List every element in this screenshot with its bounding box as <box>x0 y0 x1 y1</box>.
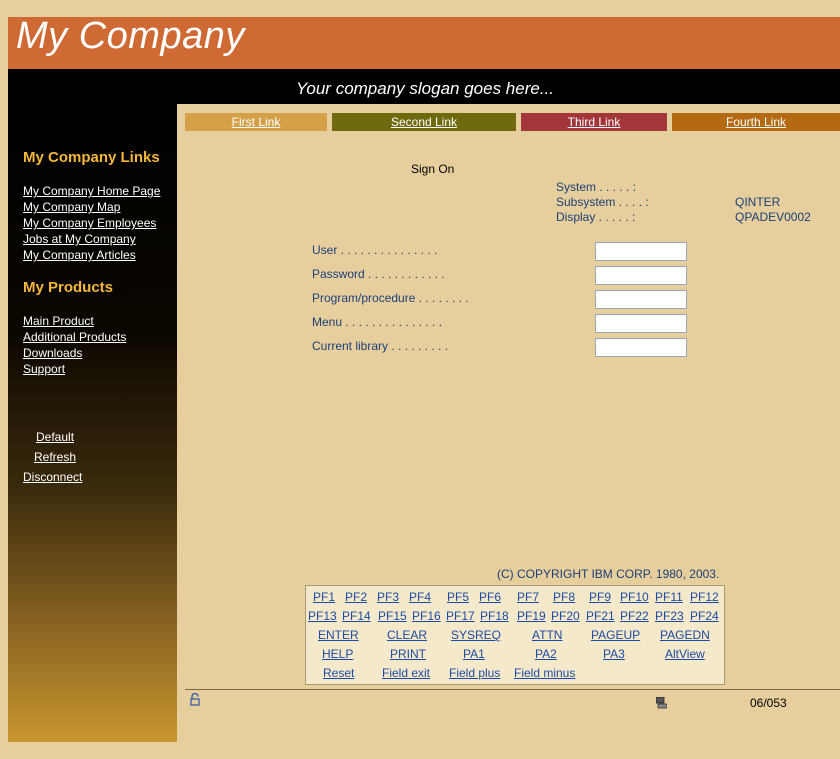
password-input[interactable] <box>595 266 687 285</box>
sidebar-link-downloads[interactable]: Downloads <box>23 346 82 360</box>
password-label: Password . . . . . . . . . . . . <box>312 267 445 281</box>
sidebar-link-articles[interactable]: My Company Articles <box>23 248 136 262</box>
display-value: QPADEV0002 <box>735 210 811 224</box>
key-attn[interactable]: ATTN <box>532 628 562 642</box>
key-pf10[interactable]: PF10 <box>620 590 649 604</box>
key-pf22[interactable]: PF22 <box>620 609 649 623</box>
key-pf6[interactable]: PF6 <box>479 590 501 604</box>
user-label: User . . . . . . . . . . . . . . . <box>312 243 438 257</box>
sidebar: My Company Links My Company Home Page My… <box>8 104 177 742</box>
sidebar-link-jobs[interactable]: Jobs at My Company <box>23 232 136 246</box>
default-action[interactable]: Default <box>36 430 74 444</box>
program-label: Program/procedure . . . . . . . . <box>312 291 469 305</box>
sidebar-link-additional-products[interactable]: Additional Products <box>23 330 126 344</box>
key-pf4[interactable]: PF4 <box>409 590 431 604</box>
key-pf5[interactable]: PF5 <box>447 590 469 604</box>
key-print[interactable]: PRINT <box>390 647 426 661</box>
sidebar-link-support[interactable]: Support <box>23 362 65 376</box>
menu-input[interactable] <box>595 314 687 333</box>
computer-icon <box>655 696 668 709</box>
key-pf13[interactable]: PF13 <box>308 609 337 623</box>
key-reset[interactable]: Reset <box>323 666 354 680</box>
display-label: Display . . . . . : <box>556 210 636 224</box>
key-pf15[interactable]: PF15 <box>378 609 407 623</box>
system-label: System . . . . . : <box>556 180 637 194</box>
products-heading: My Products <box>23 279 114 296</box>
key-pf17[interactable]: PF17 <box>446 609 475 623</box>
key-pf3[interactable]: PF3 <box>377 590 399 604</box>
sidebar-link-map[interactable]: My Company Map <box>23 200 120 214</box>
unlock-icon <box>190 692 200 709</box>
key-altview[interactable]: AltView <box>665 647 705 661</box>
key-sysreq[interactable]: SYSREQ <box>451 628 501 642</box>
key-pf18[interactable]: PF18 <box>480 609 509 623</box>
key-field-plus[interactable]: Field plus <box>449 666 500 680</box>
copyright-text: (C) COPYRIGHT IBM CORP. 1980, 2003. <box>497 567 720 581</box>
key-pa1[interactable]: PA1 <box>463 647 485 661</box>
library-label: Current library . . . . . . . . . <box>312 339 449 353</box>
key-pf2[interactable]: PF2 <box>345 590 367 604</box>
key-pa3[interactable]: PA3 <box>603 647 625 661</box>
refresh-action[interactable]: Refresh <box>34 450 76 464</box>
slogan-bar: Your company slogan goes here... <box>8 69 840 104</box>
key-pf19[interactable]: PF19 <box>517 609 546 623</box>
key-pf1[interactable]: PF1 <box>313 590 335 604</box>
disconnect-action[interactable]: Disconnect <box>23 470 82 484</box>
subsystem-value: QINTER <box>735 195 781 209</box>
company-slogan: Your company slogan goes here... <box>296 79 554 98</box>
key-pf12[interactable]: PF12 <box>690 590 719 604</box>
key-pf21[interactable]: PF21 <box>586 609 615 623</box>
nav-third-link[interactable]: Third Link <box>521 113 667 131</box>
menu-label: Menu . . . . . . . . . . . . . . . <box>312 315 443 329</box>
subsystem-label: Subsystem . . . . : <box>556 195 649 209</box>
key-field-minus[interactable]: Field minus <box>514 666 575 680</box>
key-pageup[interactable]: PAGEUP <box>591 628 640 642</box>
company-links-heading: My Company Links <box>23 149 160 166</box>
nav-fourth-link[interactable]: Fourth Link <box>672 113 840 131</box>
key-pf16[interactable]: PF16 <box>412 609 441 623</box>
key-help[interactable]: HELP <box>322 647 353 661</box>
key-pf24[interactable]: PF24 <box>690 609 719 623</box>
key-pf9[interactable]: PF9 <box>589 590 611 604</box>
key-pf23[interactable]: PF23 <box>655 609 684 623</box>
function-key-panel: PF1 PF2 PF3 PF4 PF5 PF6 PF7 PF8 PF9 PF10… <box>305 585 725 685</box>
key-field-exit[interactable]: Field exit <box>382 666 430 680</box>
user-input[interactable] <box>595 242 687 261</box>
key-pf20[interactable]: PF20 <box>551 609 580 623</box>
key-pf8[interactable]: PF8 <box>553 590 575 604</box>
header-banner: My Company <box>8 15 840 69</box>
cursor-position: 06/053 <box>750 696 787 710</box>
sidebar-link-home[interactable]: My Company Home Page <box>23 184 160 198</box>
nav-first-link[interactable]: First Link <box>185 113 327 131</box>
top-nav: First Link Second Link Third Link Fourth… <box>185 113 840 131</box>
key-pf14[interactable]: PF14 <box>342 609 371 623</box>
key-pf7[interactable]: PF7 <box>517 590 539 604</box>
library-input[interactable] <box>595 338 687 357</box>
key-pagedn[interactable]: PAGEDN <box>660 628 710 642</box>
signon-title: Sign On <box>411 162 455 176</box>
sidebar-link-main-product[interactable]: Main Product <box>23 314 94 328</box>
key-enter[interactable]: ENTER <box>318 628 359 642</box>
sidebar-link-employees[interactable]: My Company Employees <box>23 216 156 230</box>
key-pf11[interactable]: PF11 <box>655 590 683 604</box>
program-input[interactable] <box>595 290 687 309</box>
company-logo: My Company <box>16 15 245 57</box>
nav-second-link[interactable]: Second Link <box>332 113 516 131</box>
key-pa2[interactable]: PA2 <box>535 647 557 661</box>
key-clear[interactable]: CLEAR <box>387 628 427 642</box>
status-divider <box>185 689 840 690</box>
